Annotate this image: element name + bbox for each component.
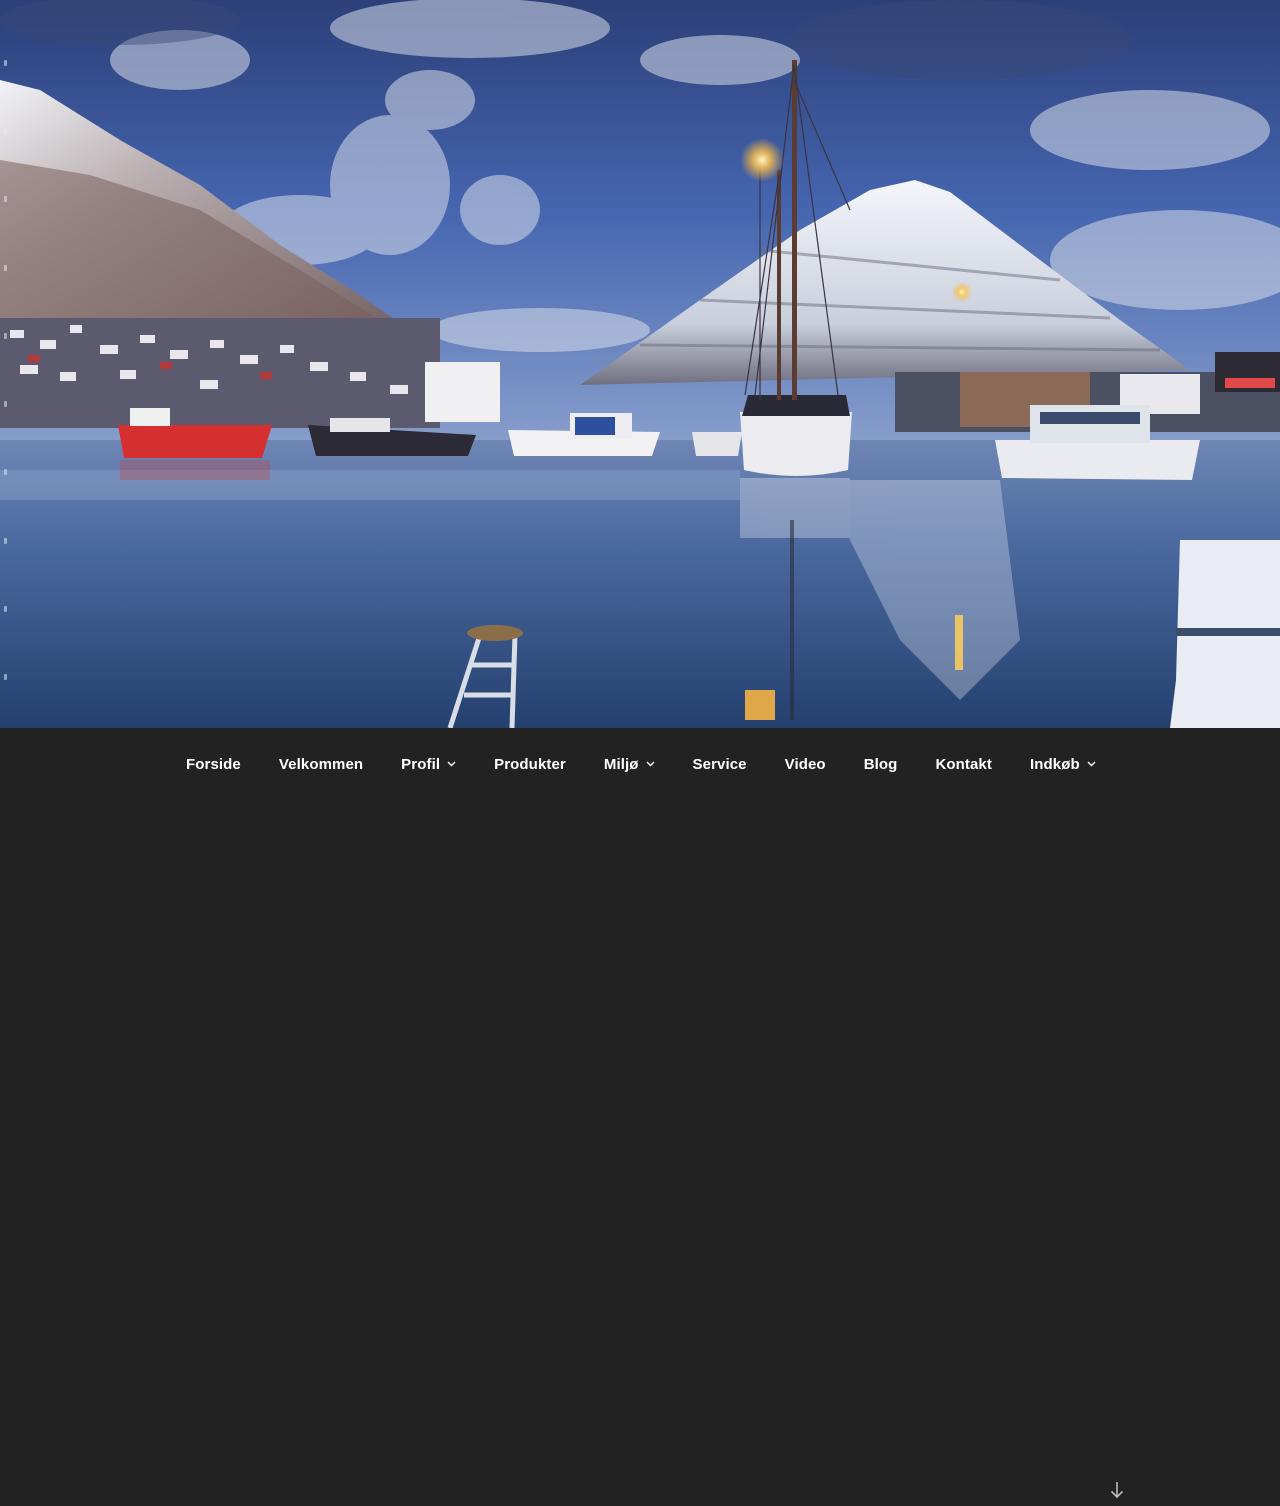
- arrow-down-icon: [1110, 1481, 1124, 1504]
- nav-item-label: Video: [784, 755, 826, 773]
- nav-item-video[interactable]: Video: [766, 728, 845, 800]
- nav-item-label: Velkommen: [278, 755, 364, 773]
- nav-item-profil[interactable]: Profil: [382, 728, 475, 800]
- chevron-down-icon: [1087, 761, 1096, 767]
- nav-item-indkob[interactable]: Indkøb: [1011, 728, 1115, 800]
- nav-item-label: Profil: [401, 755, 441, 773]
- main-navigation: Forside Velkommen Profil Produkter Miljø…: [0, 728, 1280, 1498]
- nav-item-service[interactable]: Service: [674, 728, 766, 800]
- chevron-down-icon: [646, 761, 655, 767]
- nav-item-label: Kontakt: [935, 755, 992, 773]
- nav-item-blog[interactable]: Blog: [845, 728, 917, 800]
- nav-item-label: Forside: [186, 755, 241, 773]
- nav-item-label: Service: [692, 755, 747, 773]
- nav-item-velkommen[interactable]: Velkommen: [260, 728, 382, 800]
- nav-item-forside[interactable]: Forside: [167, 728, 260, 800]
- nav-item-label: Blog: [863, 755, 898, 773]
- hero-image: [0, 0, 1280, 728]
- nav-item-label: Indkøb: [1029, 755, 1080, 773]
- nav-item-label: Produkter: [494, 755, 566, 773]
- nav-item-miljo[interactable]: Miljø: [585, 728, 674, 800]
- nav-item-produkter[interactable]: Produkter: [475, 728, 585, 800]
- nav-item-label: Miljø: [603, 755, 639, 773]
- nav-menu: Forside Velkommen Profil Produkter Miljø…: [167, 728, 1115, 800]
- scroll-down-button[interactable]: [1104, 1478, 1130, 1506]
- chevron-down-icon: [447, 761, 456, 767]
- side-decoration: [0, 60, 10, 680]
- nav-item-kontakt[interactable]: Kontakt: [916, 728, 1011, 800]
